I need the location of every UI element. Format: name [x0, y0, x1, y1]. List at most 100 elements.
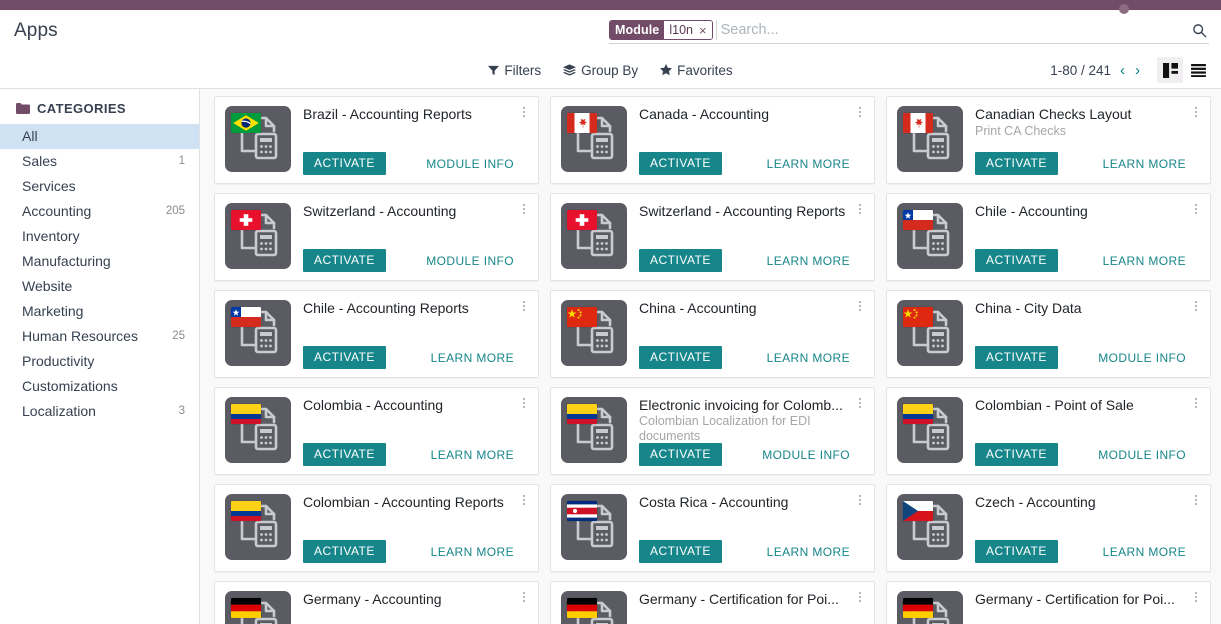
activate-button[interactable]: ACTIVATE [975, 540, 1058, 563]
module-info-link[interactable]: LEARN MORE [1103, 254, 1186, 268]
sidebar-item-marketing[interactable]: Marketing [0, 299, 199, 324]
module-info-link[interactable]: LEARN MORE [431, 545, 514, 559]
module-info-link[interactable]: LEARN MORE [1103, 545, 1186, 559]
app-card-kebab-menu-icon[interactable] [1189, 298, 1203, 314]
flag-icon-cn [903, 307, 933, 327]
app-card-kebab-menu-icon[interactable] [1189, 492, 1203, 508]
sidebar-item-services[interactable]: Services [0, 174, 199, 199]
filters-dropdown[interactable]: Filters [488, 63, 541, 78]
sidebar-item-all[interactable]: All [0, 124, 199, 149]
sidebar-item-manufacturing[interactable]: Manufacturing [0, 249, 199, 274]
kanban-card-slot: Brazil - Accounting Reports ACTIVATE MOD… [214, 96, 539, 193]
app-card-body: Costa Rica - Accounting ACTIVATE LEARN M… [639, 494, 866, 563]
app-card-kebab-menu-icon[interactable] [1189, 201, 1203, 217]
activate-button[interactable]: ACTIVATE [975, 443, 1058, 466]
app-card[interactable]: China - City Data ACTIVATE MODULE INFO [886, 290, 1211, 378]
app-card-kebab-menu-icon[interactable] [517, 104, 531, 120]
kanban-grid: Brazil - Accounting Reports ACTIVATE MOD… [214, 96, 1211, 624]
module-info-link[interactable]: LEARN MORE [431, 448, 514, 462]
sidebar-item-sales[interactable]: Sales 1 [0, 149, 199, 174]
app-card-kebab-menu-icon[interactable] [853, 395, 867, 411]
app-card[interactable]: Switzerland - Accounting ACTIVATE MODULE… [214, 193, 539, 281]
list-view-icon[interactable] [1185, 57, 1211, 83]
pager-next-button[interactable]: › [1132, 63, 1143, 78]
app-card[interactable]: Switzerland - Accounting Reports ACTIVAT… [550, 193, 875, 281]
app-card[interactable]: Chile - Accounting ACTIVATE LEARN MORE [886, 193, 1211, 281]
app-card[interactable]: Colombian - Accounting Reports ACTIVATE … [214, 484, 539, 572]
app-card[interactable]: Brazil - Accounting Reports ACTIVATE MOD… [214, 96, 539, 184]
app-card[interactable]: Germany - Certification for Poi... ACTIV… [550, 581, 875, 624]
search-facet-remove-icon[interactable]: × [697, 24, 709, 37]
app-card[interactable]: Germany - Certification for Poi... ACTIV… [886, 581, 1211, 624]
module-info-link[interactable]: LEARN MORE [431, 351, 514, 365]
sidebar-item-human-resources[interactable]: Human Resources 25 [0, 324, 199, 349]
activate-button[interactable]: ACTIVATE [639, 540, 722, 563]
module-info-link[interactable]: MODULE INFO [762, 448, 850, 462]
app-card-body: Germany - Certification for Poi... ACTIV… [639, 591, 866, 624]
app-card[interactable]: Colombia - Accounting ACTIVATE LEARN MOR… [214, 387, 539, 475]
app-card[interactable]: Electronic invoicing for Colomb... Colom… [550, 387, 875, 475]
module-info-link[interactable]: LEARN MORE [767, 545, 850, 559]
activate-button[interactable]: ACTIVATE [639, 346, 722, 369]
module-info-link[interactable]: LEARN MORE [767, 351, 850, 365]
app-card[interactable]: Canadian Checks Layout Print CA Checks A… [886, 96, 1211, 184]
app-card-kebab-menu-icon[interactable] [517, 395, 531, 411]
search-input[interactable] [715, 20, 1185, 40]
sidebar-item-localization[interactable]: Localization 3 [0, 399, 199, 424]
app-card[interactable]: Costa Rica - Accounting ACTIVATE LEARN M… [550, 484, 875, 572]
module-info-link[interactable]: LEARN MORE [767, 157, 850, 171]
app-card-kebab-menu-icon[interactable] [517, 492, 531, 508]
sidebar-item-inventory[interactable]: Inventory [0, 224, 199, 249]
app-card-actions: ACTIVATE LEARN MORE [639, 346, 850, 369]
activate-button[interactable]: ACTIVATE [639, 249, 722, 272]
search-facet-module[interactable]: Module l10n × [609, 20, 713, 40]
module-info-link[interactable]: LEARN MORE [1103, 157, 1186, 171]
module-info-link[interactable]: MODULE INFO [1098, 351, 1186, 365]
app-card-kebab-menu-icon[interactable] [853, 298, 867, 314]
activate-button[interactable]: ACTIVATE [303, 443, 386, 466]
systray-indicator-icon [1119, 4, 1129, 14]
app-card-kebab-menu-icon[interactable] [517, 201, 531, 217]
app-card-kebab-menu-icon[interactable] [1189, 104, 1203, 120]
activate-button[interactable]: ACTIVATE [303, 249, 386, 272]
app-card-kebab-menu-icon[interactable] [517, 589, 531, 605]
search-view[interactable]: Module l10n × [609, 18, 1209, 44]
app-card[interactable]: Canada - Accounting ACTIVATE LEARN MORE [550, 96, 875, 184]
app-module-icon [897, 203, 963, 269]
activate-button[interactable]: ACTIVATE [303, 152, 386, 175]
activate-button[interactable]: ACTIVATE [303, 346, 386, 369]
app-card[interactable]: Colombian - Point of Sale ACTIVATE MODUL… [886, 387, 1211, 475]
app-card-kebab-menu-icon[interactable] [1189, 395, 1203, 411]
app-card[interactable]: China - Accounting ACTIVATE LEARN MORE [550, 290, 875, 378]
app-card-kebab-menu-icon[interactable] [1189, 589, 1203, 605]
sidebar-item-accounting[interactable]: Accounting 205 [0, 199, 199, 224]
app-card-kebab-menu-icon[interactable] [853, 104, 867, 120]
pager-value[interactable]: 1-80 / 241 [1050, 63, 1111, 78]
sidebar-item-website[interactable]: Website [0, 274, 199, 299]
module-info-link[interactable]: MODULE INFO [426, 254, 514, 268]
activate-button[interactable]: ACTIVATE [303, 540, 386, 563]
app-card-kebab-menu-icon[interactable] [517, 298, 531, 314]
kanban-view-icon[interactable] [1157, 57, 1183, 83]
activate-button[interactable]: ACTIVATE [975, 346, 1058, 369]
favorites-dropdown[interactable]: Favorites [660, 63, 733, 78]
pager-previous-button[interactable]: ‹ [1117, 63, 1128, 78]
activate-button[interactable]: ACTIVATE [975, 249, 1058, 272]
app-card-kebab-menu-icon[interactable] [853, 589, 867, 605]
app-card[interactable]: Germany - Accounting ACTIVATE [214, 581, 539, 624]
sidebar-item-productivity[interactable]: Productivity [0, 349, 199, 374]
search-icon[interactable] [1189, 20, 1209, 40]
module-info-link[interactable]: LEARN MORE [767, 254, 850, 268]
activate-button[interactable]: ACTIVATE [639, 152, 722, 175]
apps-kanban-area[interactable]: Brazil - Accounting Reports ACTIVATE MOD… [200, 89, 1221, 624]
group-by-dropdown[interactable]: Group By [563, 63, 638, 78]
activate-button[interactable]: ACTIVATE [639, 443, 722, 466]
activate-button[interactable]: ACTIVATE [975, 152, 1058, 175]
app-card[interactable]: Chile - Accounting Reports ACTIVATE LEAR… [214, 290, 539, 378]
app-card-kebab-menu-icon[interactable] [853, 201, 867, 217]
sidebar-item-customizations[interactable]: Customizations [0, 374, 199, 399]
app-card-kebab-menu-icon[interactable] [853, 492, 867, 508]
app-card[interactable]: Czech - Accounting ACTIVATE LEARN MORE [886, 484, 1211, 572]
module-info-link[interactable]: MODULE INFO [1098, 448, 1186, 462]
module-info-link[interactable]: MODULE INFO [426, 157, 514, 171]
